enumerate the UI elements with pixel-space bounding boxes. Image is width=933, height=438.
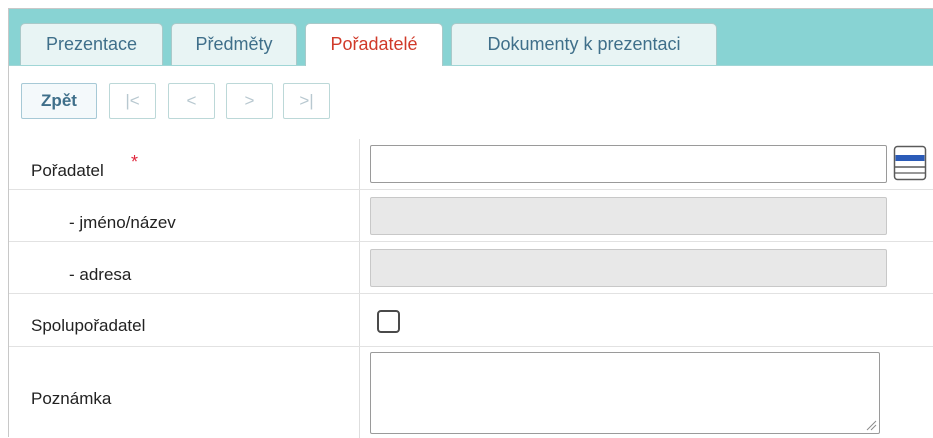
- tab-predmety[interactable]: Předměty: [171, 23, 297, 65]
- tab-prezentace[interactable]: Prezentace: [20, 23, 163, 65]
- form-row-spoluporadatel: Spolupořadatel: [9, 294, 933, 347]
- spoluporadatel-label: Spolupořadatel: [31, 316, 145, 336]
- poradatel-input[interactable]: [370, 145, 887, 183]
- adresa-label: - adresa: [69, 265, 131, 285]
- back-button[interactable]: Zpět: [21, 83, 97, 119]
- poznamka-textarea[interactable]: [370, 352, 880, 434]
- required-marker: *: [131, 152, 138, 173]
- tab-dokumenty-k-prezentaci[interactable]: Dokumenty k prezentaci: [451, 23, 717, 65]
- previous-record-button[interactable]: <: [168, 83, 215, 119]
- window-frame: Prezentace Předměty Pořadatelé Dokumenty…: [8, 8, 933, 437]
- tab-poradatele[interactable]: Pořadatelé: [305, 23, 443, 66]
- poradatel-label-text: Pořadatel: [31, 161, 104, 180]
- record-toolbar: Zpět |< < > >|: [9, 66, 933, 136]
- adresa-field: [370, 249, 887, 287]
- form-row-adresa: - adresa: [9, 242, 933, 294]
- resize-handle-icon[interactable]: [865, 419, 877, 431]
- form-row-poradatel: Pořadatel *: [9, 139, 933, 190]
- organizer-form: Pořadatel * - jméno/název - adresa: [9, 139, 933, 438]
- next-record-button[interactable]: >: [226, 83, 273, 119]
- tab-bar: Prezentace Předměty Pořadatelé Dokumenty…: [9, 9, 933, 66]
- spoluporadatel-checkbox[interactable]: [377, 310, 400, 333]
- first-record-button[interactable]: |<: [109, 83, 156, 119]
- form-row-jmeno: - jméno/název: [9, 190, 933, 242]
- last-record-button[interactable]: >|: [283, 83, 330, 119]
- jmeno-label: - jméno/název: [69, 213, 176, 233]
- jmeno-field: [370, 197, 887, 235]
- poznamka-label: Poznámka: [31, 389, 111, 409]
- poradatel-label: Pořadatel *: [31, 161, 104, 181]
- list-picker-icon[interactable]: [893, 145, 927, 181]
